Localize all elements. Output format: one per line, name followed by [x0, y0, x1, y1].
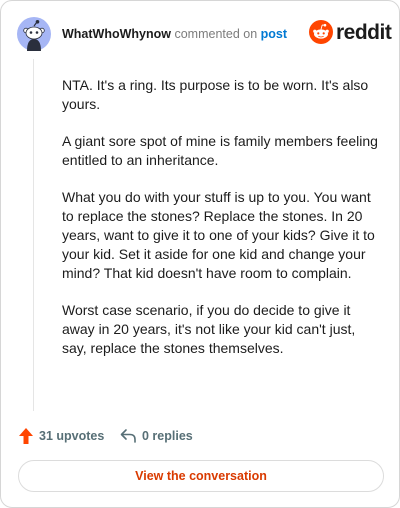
- upvote-arrow-icon: [19, 428, 33, 444]
- comment-paragraph: Worst case scenario, if you do decide to…: [62, 302, 356, 356]
- comment-paragraph: What you do with your stuff is up to you…: [62, 189, 375, 281]
- comment-card: WhatWhoWhynow commented on post reddit N…: [0, 0, 400, 508]
- comment-paragraph: A giant sore spot of mine is family memb…: [62, 133, 378, 168]
- comment-header: WhatWhoWhynow commented on post reddit: [17, 17, 392, 51]
- comment-body: NTA. It's a ring. Its purpose is to be w…: [62, 76, 382, 376]
- reply-arrow-icon: [120, 429, 136, 443]
- snoo-avatar-icon[interactable]: [17, 17, 51, 51]
- reddit-wordmark: reddit: [336, 21, 392, 44]
- post-link[interactable]: post: [261, 27, 287, 41]
- upvote-button[interactable]: 31 upvotes: [18, 426, 104, 446]
- upvote-count: 31 upvotes: [39, 429, 105, 443]
- username-link[interactable]: WhatWhoWhynow: [62, 27, 171, 41]
- reply-button[interactable]: 0 replies: [120, 426, 193, 446]
- reply-count: 0 replies: [142, 429, 193, 443]
- action-text: commented on: [174, 27, 258, 41]
- reddit-logo[interactable]: reddit: [309, 20, 392, 46]
- comment-meta: WhatWhoWhynow commented on post: [62, 27, 287, 41]
- reddit-snoo-icon: [309, 20, 333, 44]
- thread-line: [33, 59, 34, 411]
- comment-paragraph: NTA. It's a ring. Its purpose is to be w…: [62, 77, 369, 112]
- view-conversation-button[interactable]: View the conversation: [18, 460, 384, 492]
- comment-actions: 31 upvotes 0 replies: [18, 426, 384, 446]
